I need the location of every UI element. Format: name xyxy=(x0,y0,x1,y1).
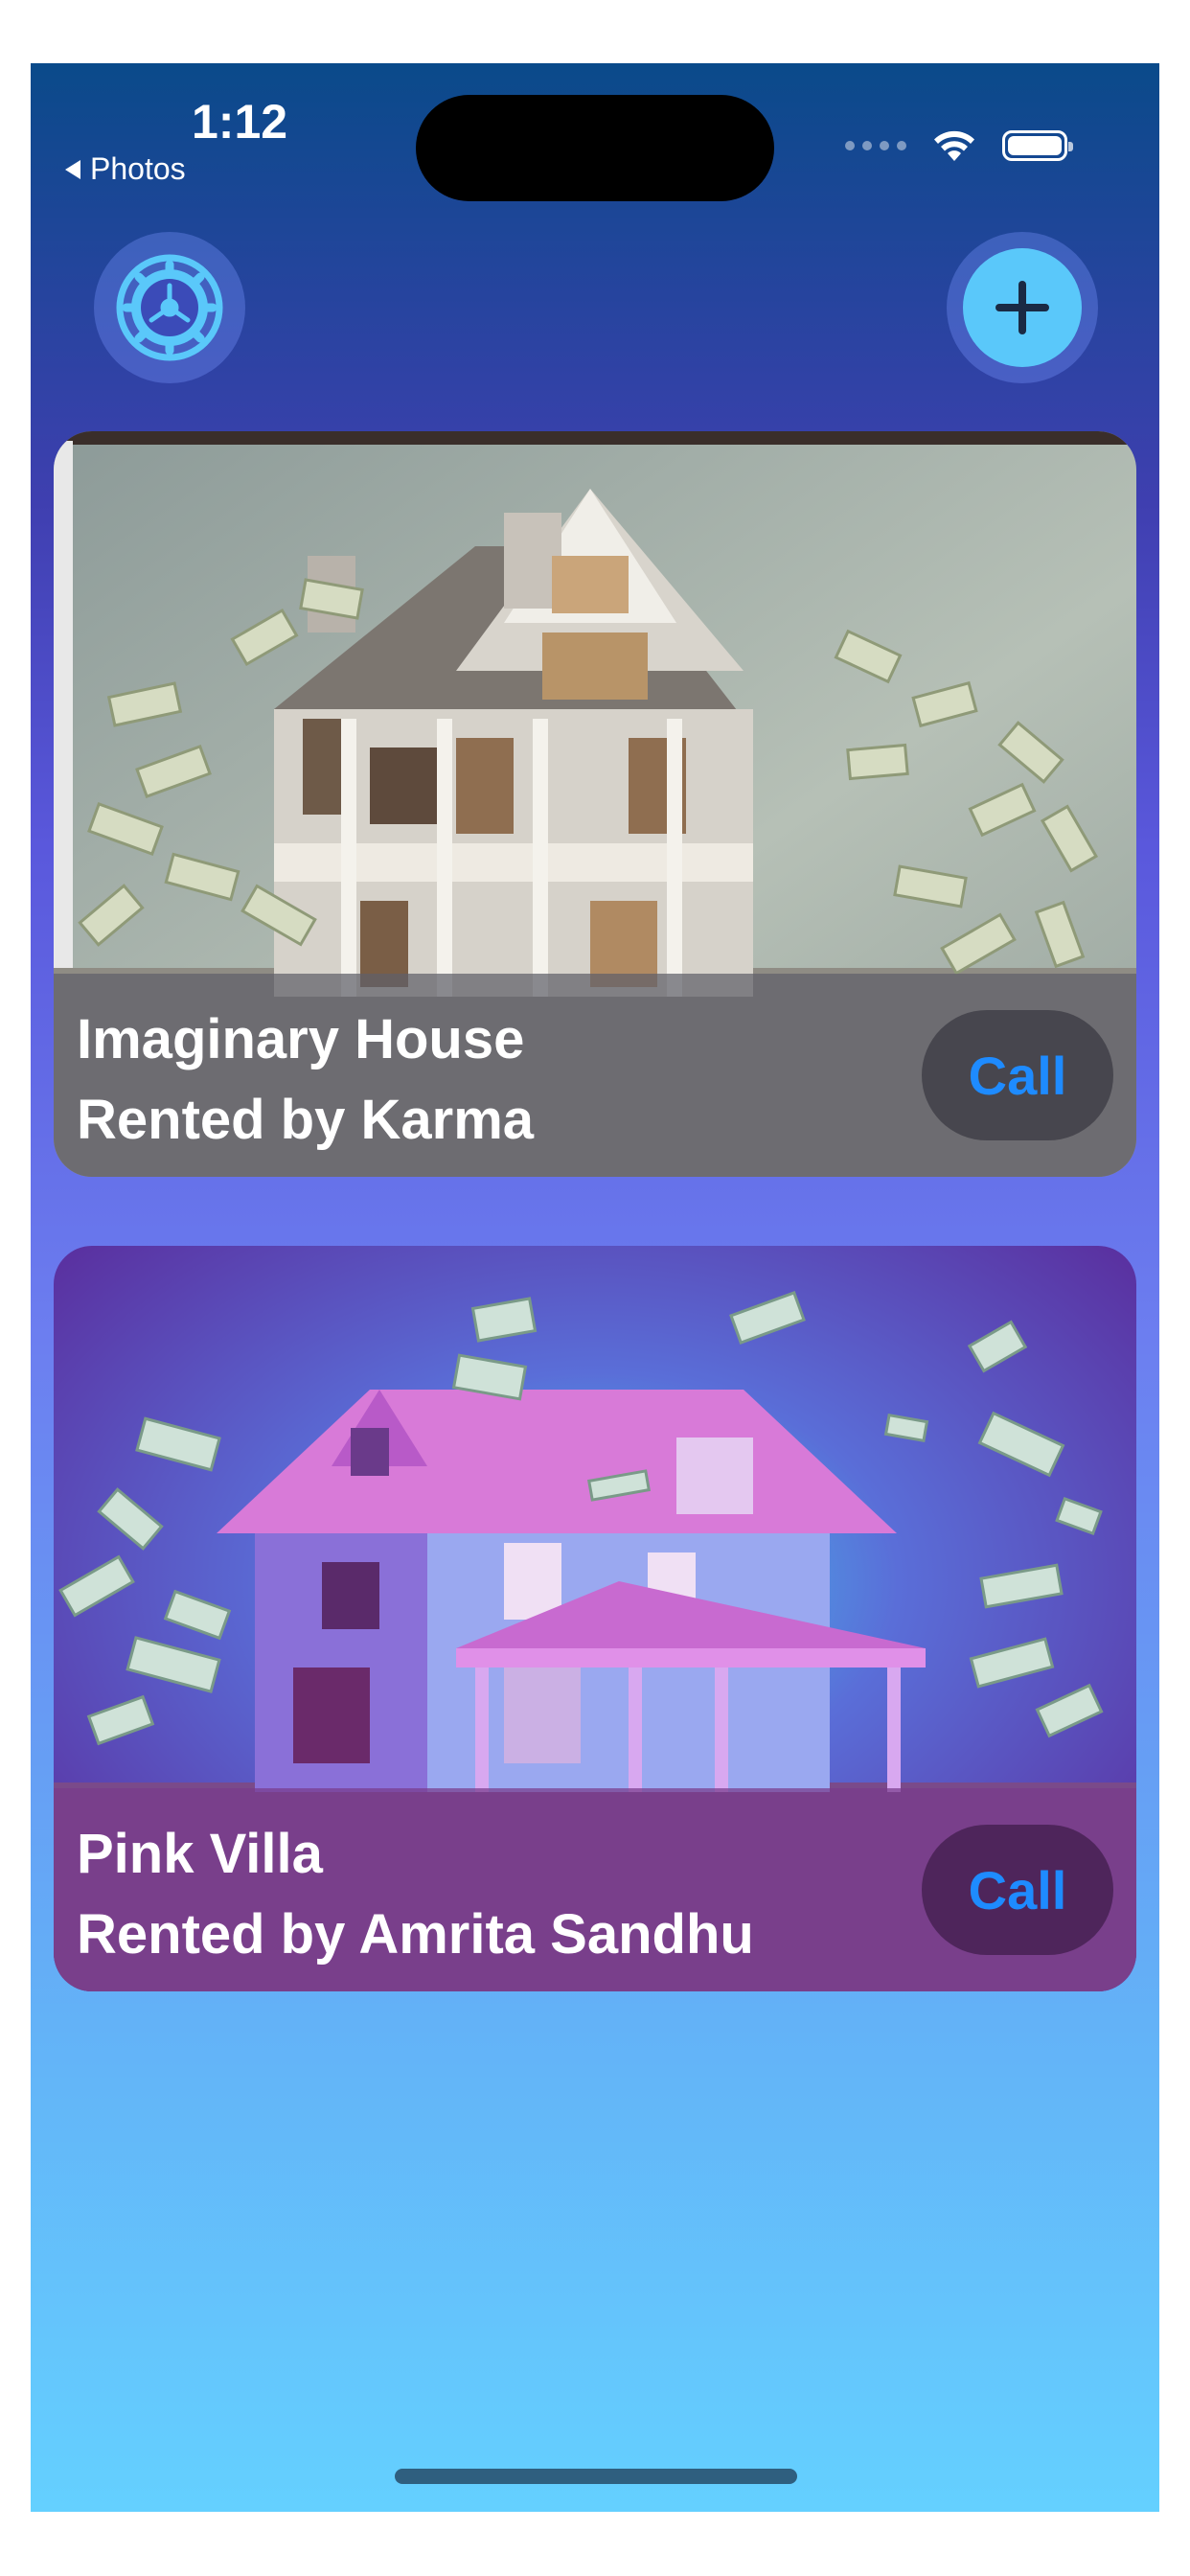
property-title: Pink Villa xyxy=(77,1823,323,1885)
call-button[interactable]: Call xyxy=(922,1010,1113,1140)
status-indicators xyxy=(845,128,1073,163)
app-screen: 1:12 Photos Imaginary House Rented by Ka… xyxy=(31,63,1159,2512)
wifi-icon xyxy=(934,130,974,161)
property-title: Imaginary House xyxy=(77,1008,525,1070)
back-to-photos-link[interactable]: Photos xyxy=(65,151,186,187)
home-indicator[interactable] xyxy=(395,2469,797,2484)
back-arrow-icon xyxy=(65,159,80,179)
status-time: 1:12 xyxy=(192,95,288,149)
back-link-label: Photos xyxy=(90,151,186,186)
battery-icon xyxy=(1002,130,1073,161)
add-property-button[interactable] xyxy=(947,232,1098,383)
call-button[interactable]: Call xyxy=(922,1825,1113,1955)
property-card[interactable]: Pink Villa Rented by Amrita Sandhu Call xyxy=(54,1246,1136,1991)
property-card[interactable]: Imaginary House Rented by Karma Call xyxy=(54,431,1136,1177)
property-tenant: Rented by Karma xyxy=(77,1089,535,1151)
property-tenant: Rented by Amrita Sandhu xyxy=(77,1903,754,1966)
plus-icon xyxy=(995,281,1049,334)
gear-icon xyxy=(116,254,223,361)
dynamic-island xyxy=(416,95,774,201)
settings-button[interactable] xyxy=(94,232,245,383)
cellular-signal-icon xyxy=(845,141,906,150)
